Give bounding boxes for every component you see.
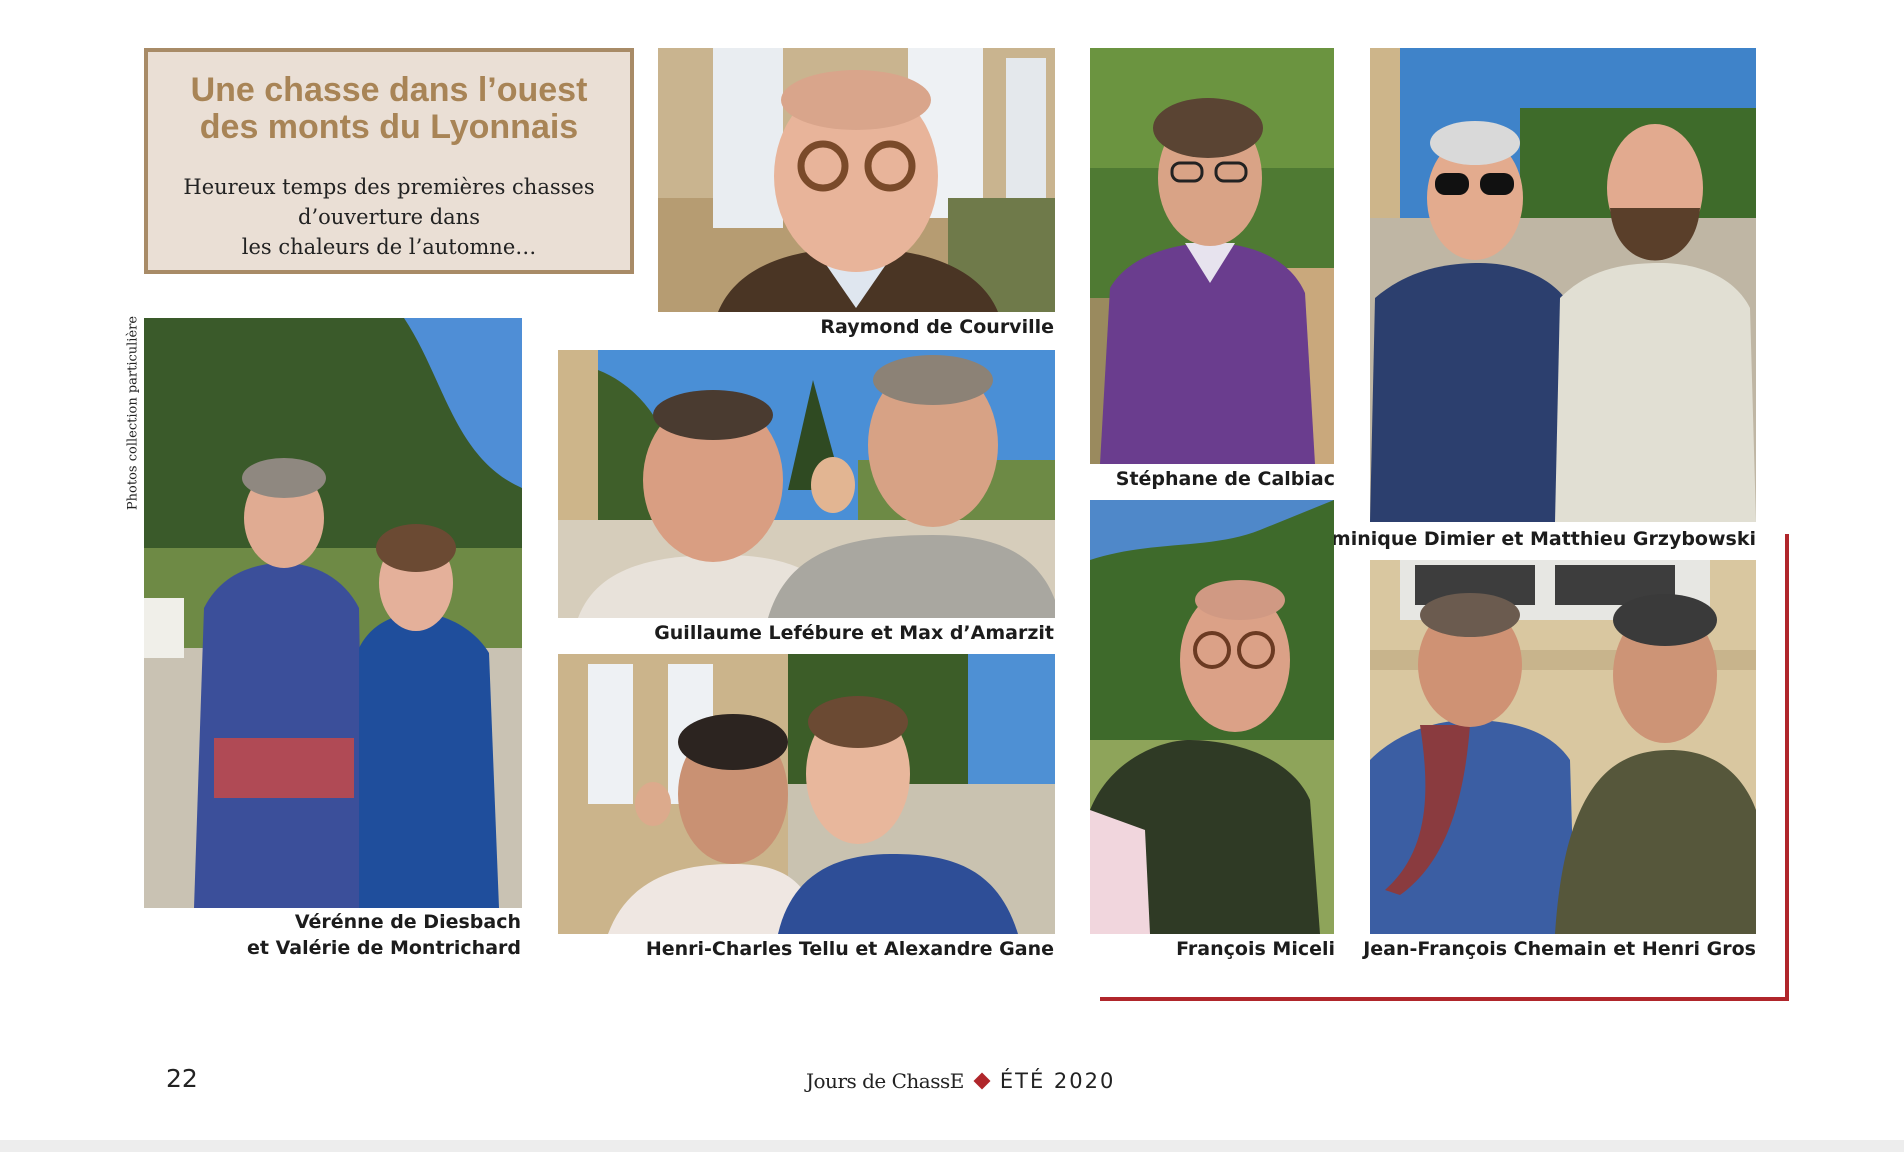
photo-credit-text: Photos collection particulière: [125, 315, 141, 511]
caption-line: Stéphane de Calbiac: [1115, 468, 1335, 490]
caption-line-2: et Valérie de Montrichard: [247, 937, 521, 959]
caption-verenne: Vérénne de Diesbach et Valérie de Montri…: [247, 909, 521, 961]
page-number: 22: [166, 1064, 198, 1093]
caption-line: François Miceli: [1176, 938, 1335, 960]
photo-credit: Photos collection particulière: [122, 315, 144, 511]
page-footer: Jours de ChassE ÉTÉ 2020: [806, 1066, 1115, 1096]
photo-verenne-valerie: [144, 318, 522, 908]
caption-line: Henri-Charles Tellu et Alexandre Gane: [645, 938, 1054, 960]
viewer-bottom-strip: [0, 1140, 1904, 1152]
photo-stephane-de-calbiac: [1090, 48, 1334, 464]
photo-guillaume-max: [558, 350, 1055, 618]
subtitle-line-3: les chaleurs de l’automne…: [241, 235, 537, 259]
photo-raymond-de-courville: [658, 48, 1055, 312]
caption-dominique: Dominique Dimier et Matthieu Grzybowski: [1302, 526, 1756, 552]
headline-line-1: Une chasse dans l’ouest: [190, 71, 588, 109]
subtitle-line-2: d’ouverture dans: [298, 205, 480, 229]
caption-francois: François Miceli: [1176, 936, 1335, 962]
subtitle-line-1: Heureux temps des premières chasses: [183, 175, 595, 199]
caption-jean-francois: Jean-François Chemain et Henri Gros: [1363, 936, 1756, 962]
caption-line: Jean-François Chemain et Henri Gros: [1363, 938, 1756, 960]
caption-guillaume: Guillaume Lefébure et Max d’Amarzit: [654, 620, 1054, 646]
magazine-name: Jours de ChassE: [806, 1069, 964, 1093]
caption-stephane: Stéphane de Calbiac: [1116, 466, 1335, 492]
diamond-icon: [973, 1072, 991, 1090]
caption-raymond: Raymond de Courville: [820, 314, 1054, 340]
photo-jean-francois-henri: [1370, 560, 1756, 934]
caption-line-1: Vérénne de Diesbach: [294, 911, 521, 933]
headline-line-2: des monts du Lyonnais: [199, 108, 579, 146]
photo-henri-charles-alexandre: [558, 654, 1055, 934]
caption-line: Dominique Dimier et Matthieu Grzybowski: [1302, 528, 1756, 550]
photo-dominique-dimier-matthieu-grzybowski: [1370, 48, 1756, 522]
article-headline: Une chasse dans l’ouest des monts du Lyo…: [148, 72, 630, 146]
issue-label: ÉTÉ 2020: [999, 1069, 1116, 1093]
red-frame-horizontal: [1100, 997, 1789, 1001]
caption-henri-charles: Henri-Charles Tellu et Alexandre Gane: [646, 936, 1054, 962]
caption-line: Raymond de Courville: [820, 316, 1054, 338]
article-subtitle: Heureux temps des premières chasses d’ou…: [148, 172, 630, 262]
caption-line: Guillaume Lefébure et Max d’Amarzit: [654, 622, 1054, 644]
red-frame-vertical: [1785, 534, 1789, 1000]
article-title-box: Une chasse dans l’ouest des monts du Lyo…: [144, 48, 634, 274]
photo-francois-miceli: [1090, 500, 1334, 934]
